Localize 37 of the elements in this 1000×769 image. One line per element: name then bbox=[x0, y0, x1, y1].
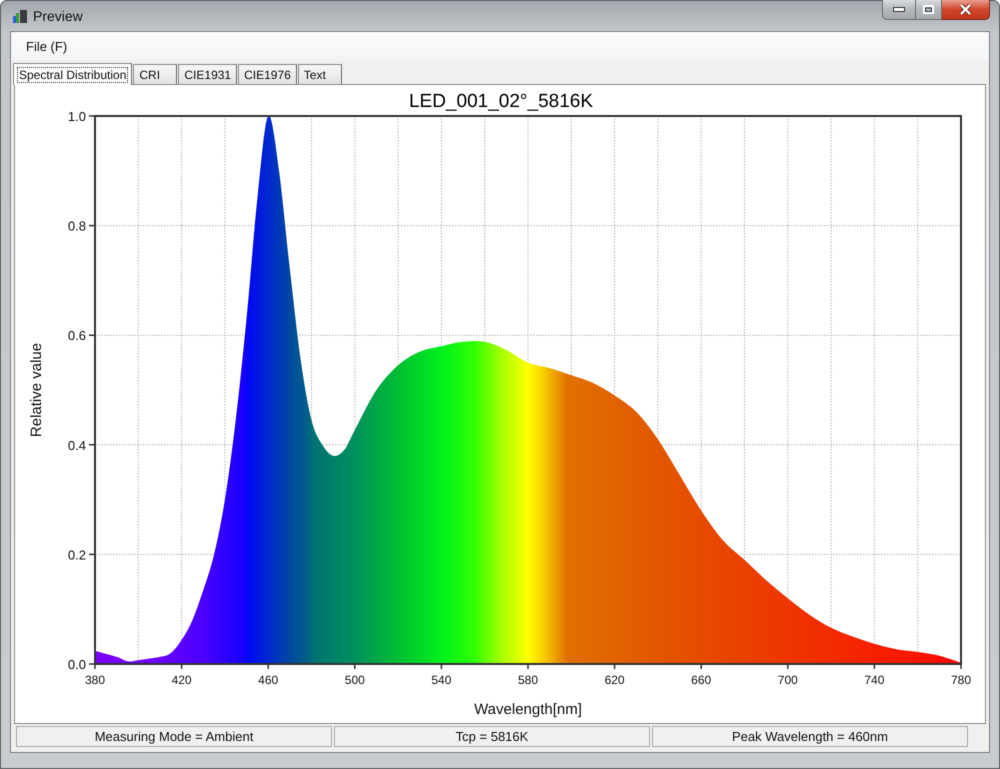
tab[interactable]: Text bbox=[298, 64, 342, 84]
x-tick-label: 660 bbox=[691, 673, 712, 687]
y-tick-label: 1.0 bbox=[68, 109, 86, 124]
close-button[interactable] bbox=[942, 0, 990, 20]
x-tick-label: 740 bbox=[864, 673, 884, 687]
x-tick-label: 540 bbox=[431, 673, 452, 687]
x-tick-label: 700 bbox=[778, 673, 798, 687]
tab[interactable]: CIE1931 bbox=[178, 64, 238, 84]
x-axis-label: Wavelength[nm] bbox=[474, 701, 582, 718]
y-tick-label: 0.0 bbox=[68, 657, 86, 672]
y-tick-label: 0.2 bbox=[68, 547, 86, 562]
x-tick-label: 380 bbox=[84, 673, 106, 687]
file-menu[interactable]: File (F) bbox=[20, 36, 74, 56]
status-field: Peak Wavelength = 460nm bbox=[652, 726, 968, 747]
y-tick-label: 0.8 bbox=[68, 218, 86, 234]
minimize-icon bbox=[893, 7, 905, 12]
maximize-button[interactable] bbox=[915, 0, 942, 20]
maximize-icon bbox=[923, 5, 934, 14]
bar-chart-icon bbox=[13, 9, 27, 23]
window-title: Preview bbox=[33, 8, 83, 24]
tab[interactable]: CIE1976 bbox=[238, 64, 297, 84]
y-axis-label: Relative value bbox=[28, 342, 45, 438]
minimize-button[interactable] bbox=[882, 0, 915, 20]
x-tick-label: 500 bbox=[344, 673, 365, 687]
status-field: Tcp = 5816K bbox=[334, 726, 650, 747]
close-icon bbox=[959, 4, 972, 15]
y-tick-label: 0.6 bbox=[68, 328, 86, 344]
x-tick-label: 780 bbox=[950, 673, 972, 687]
tab[interactable]: Spectral Distribution bbox=[13, 63, 132, 85]
tab[interactable]: CRI bbox=[133, 64, 178, 84]
chart-title: LED_001_02°_5816K bbox=[408, 91, 594, 112]
x-tick-label: 580 bbox=[518, 673, 538, 687]
x-tick-label: 420 bbox=[172, 673, 192, 687]
status-field: Measuring Mode = Ambient bbox=[16, 726, 332, 747]
x-tick-label: 620 bbox=[604, 673, 625, 687]
x-tick-label: 460 bbox=[258, 673, 278, 687]
y-tick-label: 0.4 bbox=[68, 438, 86, 453]
